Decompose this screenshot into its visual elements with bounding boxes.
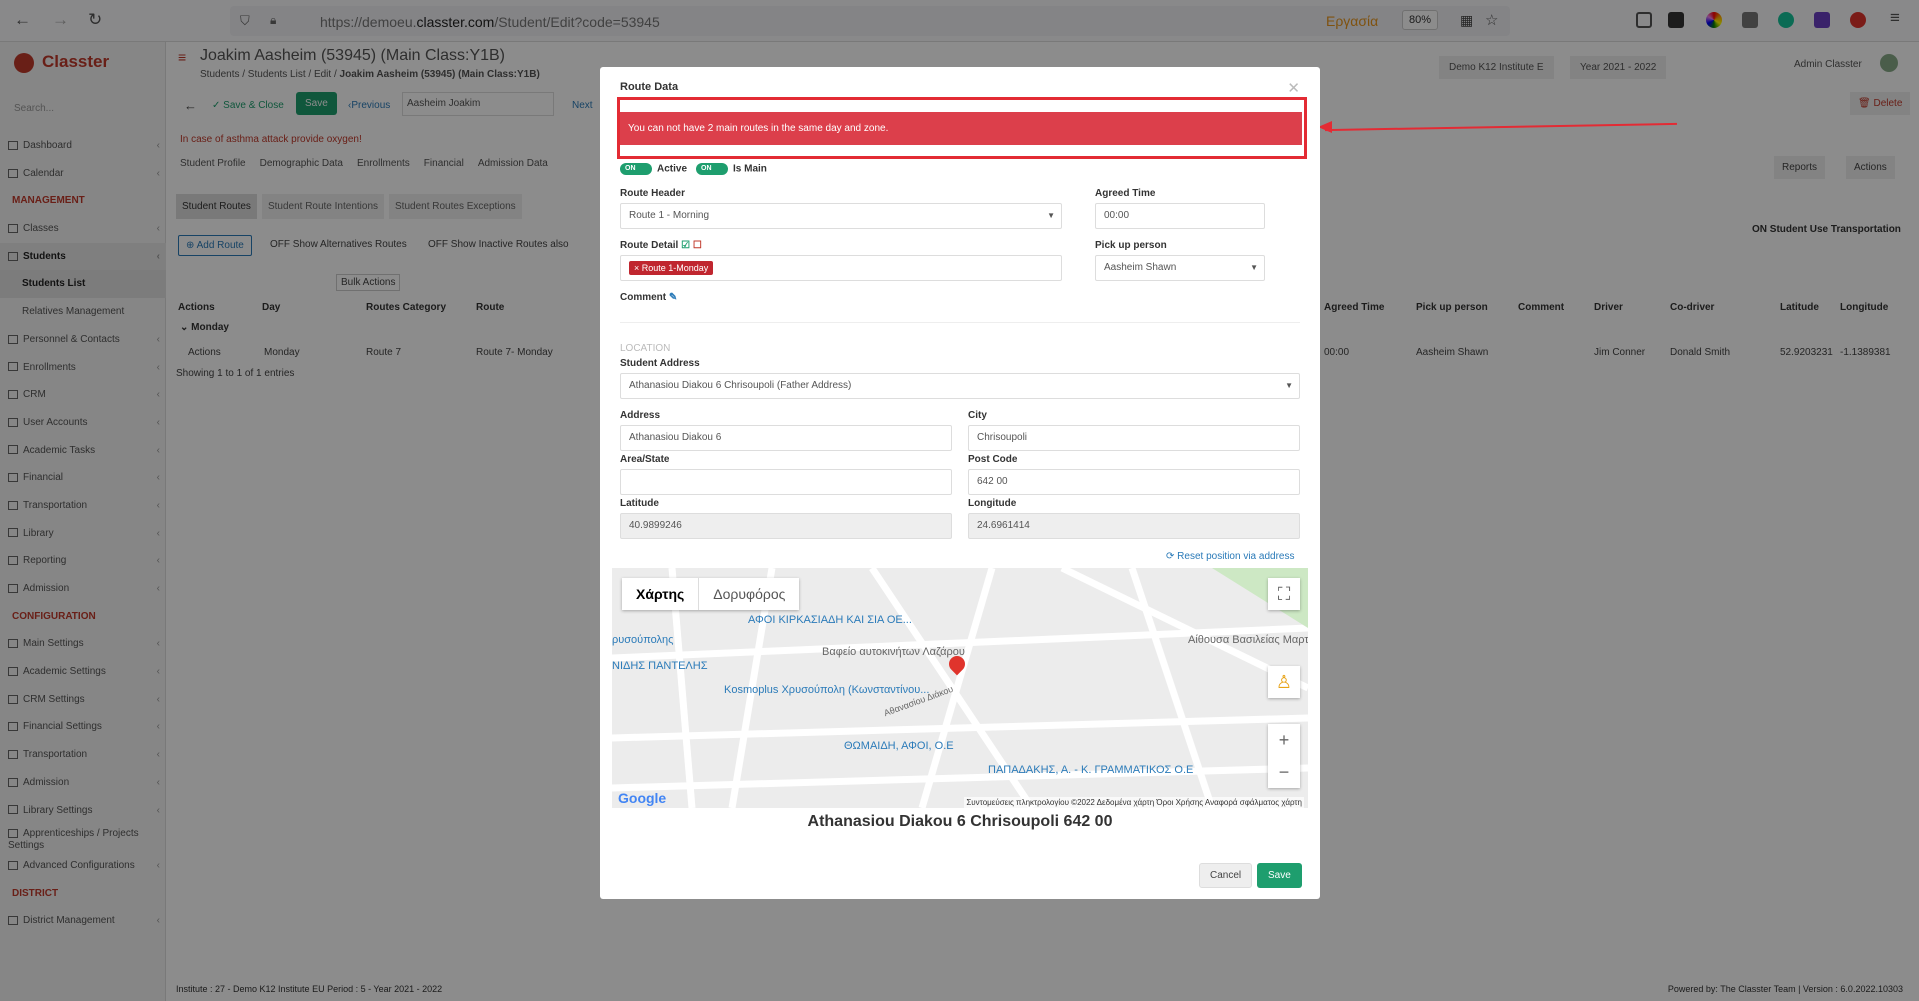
modal-title: Route Data: [620, 81, 679, 93]
student-address-label: Student Address: [620, 358, 700, 369]
map-label: ΝΙΔΗΣ ΠΑΝΤΕΛΗΣ: [612, 660, 708, 672]
map-attribution[interactable]: Συντομεύσεις πληκτρολογίου ©2022 Δεδομέν…: [964, 797, 1304, 808]
annotation-arrow-head: [1318, 121, 1332, 133]
map-label: ΑΦΟΙ ΚΙΡΚΑΣΙΑΔΗ ΚΑΙ ΣΙΑ ΟΕ...: [748, 614, 912, 626]
map[interactable]: Χάρτης Δορυφόρος ⛶ ♙ + − ΑΦΟΙ ΚΙΡΚΑΣΙΑΔΗ Κ…: [612, 568, 1308, 808]
street-view-icon[interactable]: ♙: [1268, 666, 1300, 698]
close-icon[interactable]: ✕: [1287, 79, 1300, 97]
modal-save-button[interactable]: Save: [1257, 863, 1302, 888]
full-address: Athanasiou Diakou 6 Chrisoupoli 642 00: [807, 813, 1113, 830]
map-label: Βαφείο αυτοκινήτων Λαζάρου: [822, 646, 965, 658]
longitude-label: Longitude: [968, 498, 1017, 509]
map-type-map-button[interactable]: Χάρτης: [622, 578, 700, 610]
divider: [620, 322, 1300, 323]
city-input[interactable]: Chrisoupoli: [968, 425, 1300, 451]
uncheck-icon[interactable]: ☐: [693, 240, 702, 251]
error-alert: You can not have 2 main routes in the sa…: [620, 112, 1302, 145]
reset-position-button[interactable]: ⟳ Reset position via address: [1166, 551, 1294, 562]
pickup-select[interactable]: Aasheim Shawn ▼: [1095, 255, 1265, 281]
chevron-down-icon: ▼: [1250, 263, 1258, 272]
longitude-input: 24.6961414: [968, 513, 1300, 539]
route-header-label: Route Header: [620, 188, 686, 199]
zoom-in-icon[interactable]: +: [1268, 724, 1300, 756]
city-label: City: [968, 410, 987, 421]
chevron-down-icon: ▼: [1285, 381, 1293, 390]
post-code-input[interactable]: 642 00: [968, 469, 1300, 495]
chevron-down-icon: ▼: [1047, 211, 1055, 220]
post-code-label: Post Code: [968, 454, 1018, 465]
check-icon[interactable]: ☑: [681, 240, 690, 251]
route-data-modal: Route Data ✕ You can not have 2 main rou…: [600, 67, 1320, 899]
active-toggle[interactable]: ON Active: [620, 163, 687, 175]
zoom-out-icon[interactable]: −: [1268, 756, 1300, 788]
map-label: ΘΩΜΑΙΔΗ, ΑΦΟΙ, Ο.Ε: [844, 740, 954, 752]
map-label: Αίθουσα Βασιλείας Μαρτύρων του Ιε: [1188, 634, 1308, 646]
map-type-satellite-button[interactable]: Δορυφόρος: [699, 578, 799, 610]
map-label: Kosmoplus Χρυσούπολη (Κωνσταντίνου...: [724, 684, 930, 696]
cancel-button[interactable]: Cancel: [1199, 863, 1253, 888]
pickup-label: Pick up person: [1095, 240, 1167, 251]
route-detail-label: Route Detail ☑ ☐: [620, 240, 702, 251]
student-address-select[interactable]: Athanasiou Diakou 6 Chrisoupoli (Father …: [620, 373, 1300, 399]
zoom-control: + −: [1268, 724, 1300, 788]
map-label: ΠΑΠΑΔΑΚΗΣ, Α. - Κ. ΓΡΑΜΜΑΤΙΚΟΣ Ο.Ε: [988, 764, 1194, 776]
area-input[interactable]: [620, 469, 952, 495]
address-label: Address: [620, 410, 661, 421]
route-detail-chip[interactable]: × Route 1-Monday: [629, 261, 714, 275]
google-logo: Google: [618, 790, 667, 806]
agreed-time-input[interactable]: 00:00: [1095, 203, 1265, 229]
map-label: ρυσούπολης: [612, 634, 674, 646]
map-type-control: Χάρτης Δορυφόρος: [622, 578, 800, 610]
agreed-time-label: Agreed Time: [1095, 188, 1156, 199]
area-label: Area/State: [620, 454, 670, 465]
edit-icon[interactable]: ✎: [669, 292, 677, 303]
latitude-label: Latitude: [620, 498, 659, 509]
comment-label: Comment ✎: [620, 292, 678, 303]
fullscreen-icon[interactable]: ⛶: [1268, 578, 1300, 610]
route-detail-multiselect[interactable]: × Route 1-Monday: [620, 255, 1062, 281]
is-main-toggle[interactable]: ON Is Main: [696, 163, 767, 175]
address-input[interactable]: Athanasiou Diakou 6: [620, 425, 952, 451]
latitude-input: 40.9899246: [620, 513, 952, 539]
location-heading: LOCATION: [620, 343, 671, 354]
route-header-select[interactable]: Route 1 - Morning ▼: [620, 203, 1062, 229]
